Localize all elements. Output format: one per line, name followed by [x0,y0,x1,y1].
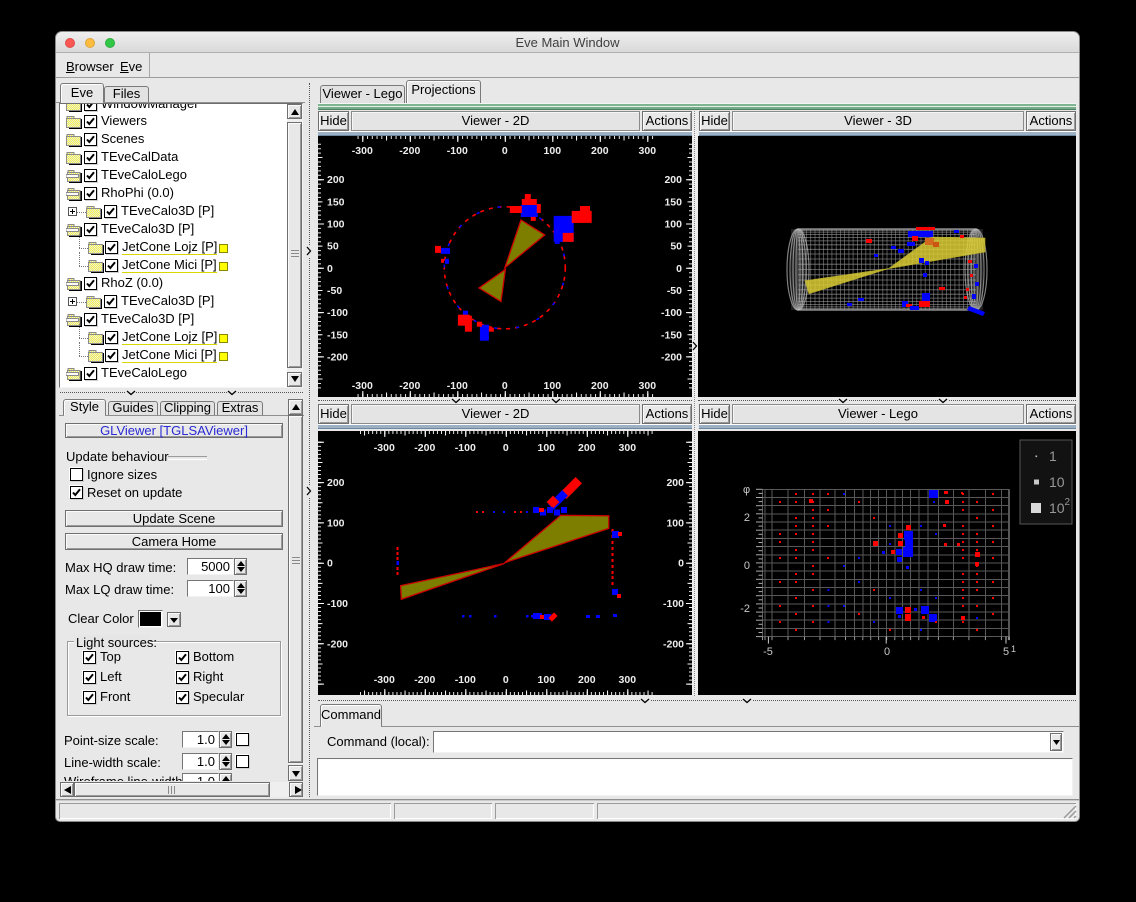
svg-text:200: 200 [327,174,345,186]
svg-text:0: 0 [884,646,890,658]
svg-text:1: 1 [1011,644,1016,654]
svg-text:100: 100 [666,517,684,529]
svg-text:10: 10 [1049,474,1065,490]
svg-text:200: 200 [327,477,345,489]
svg-text:50: 50 [327,241,339,253]
svg-text:5: 5 [1003,646,1009,658]
svg-text:100: 100 [538,442,556,454]
svg-text:100: 100 [327,517,345,529]
svg-text:1: 1 [1049,448,1057,464]
svg-text:2: 2 [744,512,750,524]
svg-text:10: 10 [1049,500,1065,516]
svg-text:200: 200 [591,380,609,392]
svg-text:200: 200 [666,477,684,489]
svg-text:-100: -100 [447,380,468,392]
svg-text:-100: -100 [455,442,476,454]
svg-text:-200: -200 [414,442,435,454]
svg-text:300: 300 [619,442,637,454]
svg-text:100: 100 [544,380,562,392]
svg-text:-150: -150 [661,329,682,341]
svg-text:0: 0 [327,558,333,570]
svg-text:-100: -100 [663,598,684,610]
svg-text:-300: -300 [374,442,395,454]
svg-text:-100: -100 [447,145,468,157]
svg-text:2: 2 [1065,497,1071,508]
svg-text:150: 150 [664,196,682,208]
svg-text:-150: -150 [327,329,348,341]
svg-text:300: 300 [619,674,637,686]
svg-text:150: 150 [327,196,345,208]
svg-text:100: 100 [664,219,682,231]
svg-text:200: 200 [591,145,609,157]
svg-text:0: 0 [502,380,508,392]
svg-text:100: 100 [538,674,556,686]
svg-text:-2: -2 [740,603,750,615]
svg-text:300: 300 [639,145,657,157]
svg-text:200: 200 [664,174,682,186]
svg-text:-300: -300 [374,674,395,686]
svg-text:-300: -300 [352,380,373,392]
svg-text:-200: -200 [663,638,684,650]
svg-text:0: 0 [678,558,684,570]
svg-text:-300: -300 [352,145,373,157]
svg-text:100: 100 [544,145,562,157]
svg-text:-200: -200 [661,351,682,363]
svg-text:0: 0 [502,145,508,157]
svg-text:0: 0 [503,442,509,454]
svg-text:-50: -50 [327,285,342,297]
svg-text:-200: -200 [414,674,435,686]
svg-text:0: 0 [676,263,682,275]
svg-text:-100: -100 [661,307,682,319]
svg-text:50: 50 [670,241,682,253]
svg-text:-200: -200 [327,638,348,650]
svg-text:0: 0 [744,560,750,572]
svg-text:300: 300 [639,380,657,392]
svg-text:0: 0 [503,674,509,686]
svg-text:0: 0 [327,263,333,275]
svg-text:-5: -5 [763,646,773,658]
svg-text:-50: -50 [667,285,682,297]
svg-text:200: 200 [578,442,596,454]
svg-text:-100: -100 [455,674,476,686]
svg-text:100: 100 [327,219,345,231]
svg-text:200: 200 [578,674,596,686]
svg-text:-200: -200 [399,145,420,157]
svg-text:-100: -100 [327,598,348,610]
svg-text:-100: -100 [327,307,348,319]
svg-text:-200: -200 [399,380,420,392]
svg-text:φ: φ [743,484,750,496]
svg-text:-200: -200 [327,351,348,363]
